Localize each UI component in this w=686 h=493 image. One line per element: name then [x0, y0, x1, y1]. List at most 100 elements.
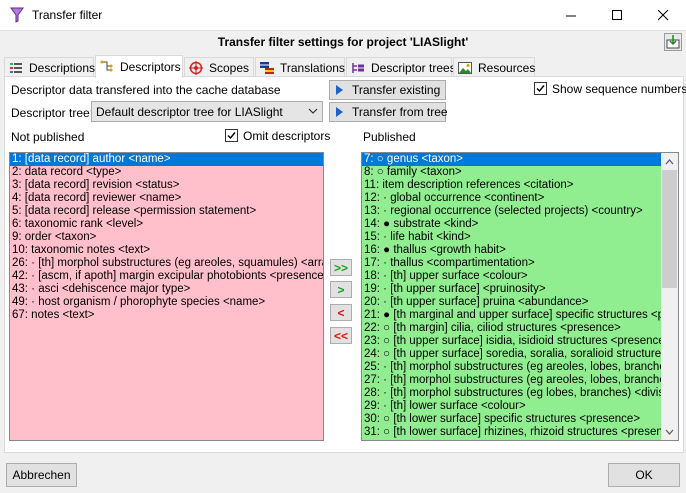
not-published-list-item[interactable]: 4: [data record] reviewer <name>	[10, 192, 323, 205]
move-all-right-button[interactable]: >>	[330, 259, 352, 276]
ok-button[interactable]: OK	[608, 463, 680, 487]
not-published-list-item[interactable]: 26: · [th] morphol substructures (eg are…	[10, 257, 323, 270]
translations-icon	[260, 61, 274, 74]
transfer-filter-app-icon	[10, 7, 24, 23]
not-published-list-item[interactable]: 2: data record <type>	[10, 166, 323, 179]
cancel-button[interactable]: Abbrechen	[6, 463, 77, 487]
published-list-item[interactable]: 30: ○ [th lower surface] specific struct…	[362, 413, 661, 426]
descriptor-trees-icon	[352, 62, 364, 73]
scroll-up-button[interactable]	[661, 153, 678, 170]
not-published-list-item[interactable]: 9: order <taxon>	[10, 231, 323, 244]
tab-descriptions[interactable]: Descriptions	[4, 57, 96, 77]
tab-resources-label: Resources	[478, 60, 536, 75]
tab-descriptor-trees-label: Descriptor trees	[371, 60, 456, 75]
not-published-list-item[interactable]: 67: notes <text>	[10, 309, 323, 322]
published-list-item[interactable]: 28: · [th] morphol substructures (eg lob…	[362, 387, 661, 400]
not-published-list-item[interactable]: 42: · [ascm, if apoth] margin excipular …	[10, 270, 323, 283]
omit-descriptors-checkbox[interactable]	[225, 129, 238, 142]
close-icon	[657, 9, 668, 20]
maximize-button[interactable]	[594, 0, 640, 30]
chevron-down-icon	[308, 108, 318, 114]
published-list-scrollbar[interactable]	[661, 153, 678, 440]
tab-translations[interactable]: Translations	[255, 57, 345, 77]
move-all-left-button[interactable]: <<	[330, 327, 352, 344]
published-list-item[interactable]: 7: ○ genus <taxon>	[362, 153, 661, 166]
tab-descriptions-label: Descriptions	[29, 60, 96, 75]
not-published-list-item[interactable]: 3: [data record] revision <status>	[10, 179, 323, 192]
window-title: Transfer filter	[32, 8, 103, 22]
resources-icon	[458, 61, 472, 74]
published-list-item[interactable]: 31: ○ [th lower surface] rhizines, rhizo…	[362, 426, 661, 439]
cache-info-label: Descriptor data transfered into the cach…	[11, 83, 281, 97]
published-list-item[interactable]: 13: · regional occurrence (selected proj…	[362, 205, 661, 218]
not-published-list-item[interactable]: 5: [data record] release <permission sta…	[10, 205, 323, 218]
export-icon	[666, 35, 680, 49]
transfer-existing-button[interactable]: Transfer existing	[329, 80, 446, 100]
transfer-from-tree-label: Transfer from tree	[352, 105, 448, 119]
published-list-item[interactable]: 25: · [th] morphol substructures (eg are…	[362, 361, 661, 374]
show-sequence-label: Show sequence numbers	[552, 82, 686, 96]
not-published-rows: 1: [data record] author <name> 2: data re…	[10, 153, 323, 322]
move-right-button[interactable]: >	[330, 281, 352, 298]
not-published-label: Not published	[11, 130, 85, 144]
checkmark-icon	[536, 85, 545, 93]
title-bar: Transfer filter	[0, 0, 686, 31]
published-rows: 7: ○ genus <taxon> 8: ○ family <taxon> 11:…	[362, 153, 661, 439]
play-icon	[336, 85, 343, 95]
omit-descriptors-label: Omit descriptors	[243, 129, 331, 143]
dialog-header-title: Transfer filter settings for project 'LI…	[217, 35, 469, 49]
scroll-thumb[interactable]	[662, 170, 677, 288]
not-published-list-item[interactable]: 43: · asci <dehiscence major type>	[10, 283, 323, 296]
scroll-down-button[interactable]	[661, 423, 678, 440]
descriptors-icon	[100, 60, 113, 72]
published-list-item[interactable]: 17: · thallus <compartimentation>	[362, 257, 661, 270]
not-published-list-item[interactable]: 6: taxonomic rank <level>	[10, 218, 323, 231]
transfer-from-tree-button[interactable]: Transfer from tree	[329, 102, 448, 122]
move-left-button[interactable]: <	[330, 304, 352, 321]
published-label: Published	[363, 130, 416, 144]
published-list-item[interactable]: 14: ● substrate <kind>	[362, 218, 661, 231]
published-list-item[interactable]: 12: · global occurrence <continent>	[362, 192, 661, 205]
not-published-list[interactable]: 1: [data record] author <name> 2: data re…	[9, 152, 324, 441]
chevron-down-icon	[665, 429, 674, 435]
published-list-item[interactable]: 29: · [th] lower surface <colour>	[362, 400, 661, 413]
published-list-item[interactable]: 20: · [th upper surface] pruina <abundan…	[362, 296, 661, 309]
tab-descriptor-trees[interactable]: Descriptor trees	[346, 57, 456, 77]
not-published-list-item[interactable]: 10: taxonomic notes <text>	[10, 244, 323, 257]
transfer-existing-label: Transfer existing	[352, 83, 441, 97]
published-list-item[interactable]: 18: · [th] upper surface <colour>	[362, 270, 661, 283]
not-published-list-item[interactable]: 1: [data record] author <name>	[10, 153, 323, 166]
chevron-up-icon	[665, 158, 674, 164]
descriptor-tree-label: Descriptor tree:	[11, 106, 94, 120]
published-list-item[interactable]: 19: · [th upper surface] <pruinosity>	[362, 283, 661, 296]
published-list-item[interactable]: 21: ● [th marginal and upper surface] sp…	[362, 309, 661, 322]
close-button[interactable]	[640, 0, 686, 30]
descriptions-icon	[10, 62, 22, 73]
not-published-list-item[interactable]: 49: · host organism / phorophyte species…	[10, 296, 323, 309]
tab-resources[interactable]: Resources	[453, 57, 535, 77]
published-list-item[interactable]: 16: ● thallus <growth habit>	[362, 244, 661, 257]
tab-descriptors-label: Descriptors	[120, 60, 181, 74]
descriptor-tree-select[interactable]: Default descriptor tree for LIASlight	[91, 101, 323, 122]
published-list-item[interactable]: 8: ○ family <taxon>	[362, 166, 661, 179]
scopes-icon	[189, 60, 203, 75]
tab-translations-label: Translations	[280, 60, 345, 75]
minimize-button[interactable]	[548, 0, 594, 30]
show-sequence-checkbox[interactable]	[534, 82, 547, 95]
published-list-item[interactable]: 22: ○ [th margin] cilia, ciliod structur…	[362, 322, 661, 335]
descriptors-tab-panel: Descriptor data transfered into the cach…	[4, 76, 686, 453]
tab-descriptors[interactable]: Descriptors	[95, 55, 183, 78]
published-list[interactable]: 7: ○ genus <taxon> 8: ○ family <taxon> 11:…	[361, 152, 679, 441]
published-list-item[interactable]: 11: item description references <citatio…	[362, 179, 661, 192]
minimize-icon	[565, 15, 576, 16]
published-list-item[interactable]: 27: · [th] morphol substructures (eg are…	[362, 374, 661, 387]
maximize-icon	[611, 9, 622, 20]
play-icon	[336, 107, 343, 117]
descriptor-tree-value: Default descriptor tree for LIASlight	[96, 104, 283, 119]
tab-scopes[interactable]: Scopes	[184, 57, 254, 77]
published-list-item[interactable]: 15: · life habit <kind>	[362, 231, 661, 244]
published-list-item[interactable]: 24: ○ [th upper surface] soredia, sorali…	[362, 348, 661, 361]
tab-strip: Descriptions Descriptors Scopes Translat…	[4, 55, 684, 78]
published-list-item[interactable]: 23: ○ [th upper surface] isidia, isidioi…	[362, 335, 661, 348]
export-settings-button[interactable]	[664, 33, 682, 51]
